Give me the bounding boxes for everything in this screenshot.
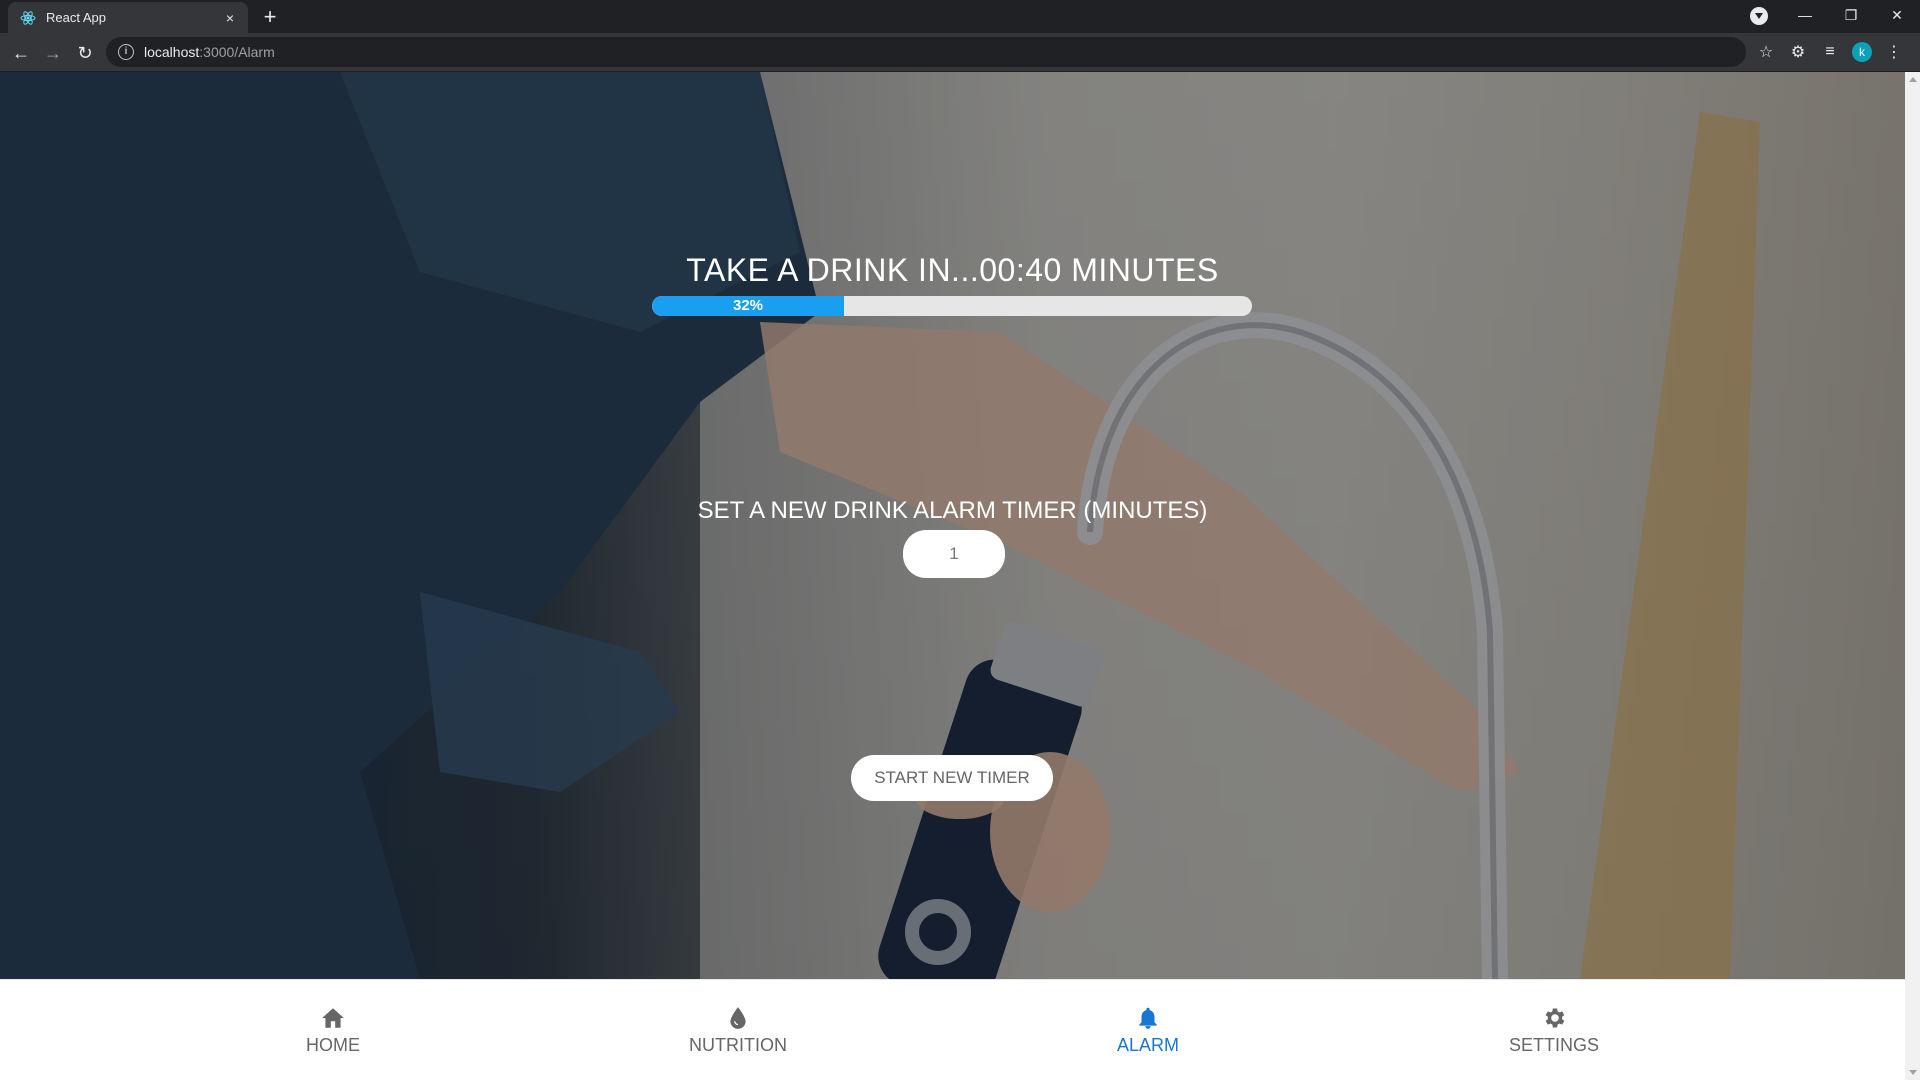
reload-icon[interactable]: ↻ [74,42,96,64]
nav-label-nutrition: NUTRITION [689,1035,787,1055]
timer-progress-bar: 32% [652,296,1252,316]
scroll-down-arrow-icon[interactable] [1909,1070,1917,1075]
extensions-puzzle-icon[interactable]: ⚙ [1782,42,1814,62]
scroll-up-arrow-icon[interactable] [1909,77,1917,82]
back-arrow-icon[interactable]: ← [10,42,32,64]
nav-label-settings: SETTINGS [1508,1035,1599,1055]
bell-icon [1139,1007,1157,1029]
browser-toolbar: ← → ↻ i localhost:3000/Alarm ☆ ⚙ ≡ k ⋮ [0,33,1920,72]
nav-label-home: HOME [306,1035,360,1055]
nav-item-settings[interactable]: SETTINGS [1434,980,1674,1080]
browser-tab-bar: React App × + — ❐ ✕ [0,0,1920,33]
new-tab-button[interactable]: + [258,6,282,30]
gear-icon [1545,1008,1565,1028]
vertical-scrollbar[interactable] [1905,72,1920,1080]
info-icon[interactable]: i [118,44,134,60]
forward-arrow-icon[interactable]: → [42,42,64,64]
tab-title: React App [46,10,106,25]
nav-item-home[interactable]: HOME [213,980,453,1080]
tab-close-icon[interactable]: × [220,10,240,26]
page-viewport: TAKE A DRINK IN...00:40 MINUTES 32% SET … [0,72,1905,1080]
toolbar-actions: ☆ ⚙ ≡ k ⋮ [1750,42,1910,62]
timer-progress-fill: 32% [652,296,844,316]
new-timer-label: SET A NEW DRINK ALARM TIMER (MINUTES) [697,497,1208,524]
address-bar[interactable]: i localhost:3000/Alarm [106,37,1746,67]
alarm-content: TAKE A DRINK IN...00:40 MINUTES 32% SET … [0,72,1905,979]
react-logo-icon [20,10,36,25]
media-control-icon[interactable] [1750,7,1768,25]
nav-label-alarm: ALARM [1116,1035,1179,1055]
minimize-icon[interactable]: — [1782,7,1828,23]
window-controls: — ❐ ✕ [1782,0,1920,30]
close-window-icon[interactable]: ✕ [1874,7,1920,24]
url-host: localhost [144,44,200,60]
restore-icon[interactable]: ❐ [1828,7,1874,24]
url-path: :3000/Alarm [199,44,275,60]
bottom-navigation: HOME NUTRITION ALARM SETTINGS [0,979,1905,1080]
profile-avatar[interactable]: k [1846,42,1878,62]
start-new-timer-button[interactable]: START NEW TIMER [851,755,1053,801]
water-drop-icon [730,1007,746,1029]
browser-tab[interactable]: React App × [8,2,248,33]
reading-list-icon[interactable]: ≡ [1814,43,1846,61]
nav-item-alarm[interactable]: ALARM [1028,980,1268,1080]
home-icon [322,1008,344,1028]
nav-item-nutrition[interactable]: NUTRITION [618,980,858,1080]
countdown-title: TAKE A DRINK IN...00:40 MINUTES [686,252,1219,288]
more-menu-icon[interactable]: ⋮ [1878,42,1910,62]
bookmark-star-icon[interactable]: ☆ [1750,42,1782,62]
minutes-input[interactable] [903,530,1005,578]
